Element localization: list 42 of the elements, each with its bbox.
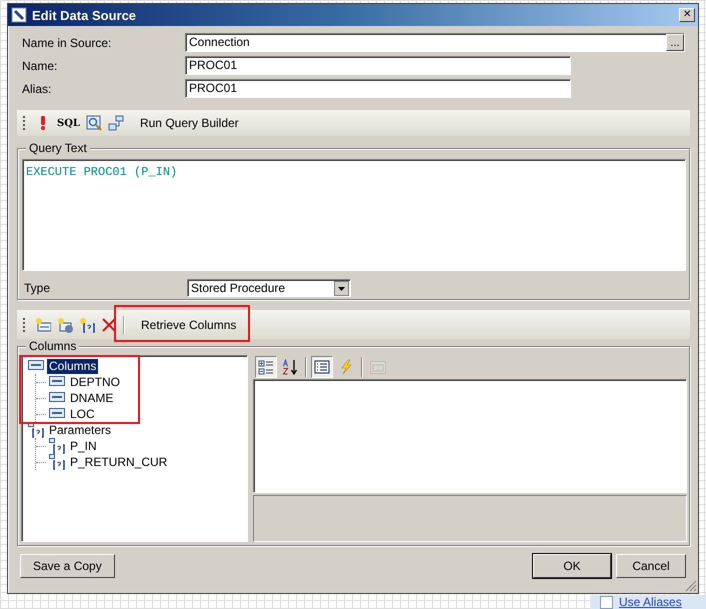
resize-grip-icon[interactable]: [685, 580, 697, 592]
diagram-icon[interactable]: [108, 115, 124, 131]
parameter-icon: [49, 438, 65, 454]
tree-item[interactable]: DEPTNO: [68, 374, 122, 390]
magnifier-icon[interactable]: [86, 115, 102, 131]
list-icon[interactable]: [311, 356, 333, 378]
group-label: Query Text: [26, 141, 90, 155]
tree-item[interactable]: P_IN: [68, 438, 99, 454]
pencil-icon: [11, 7, 27, 23]
field-label: Type: [24, 281, 52, 295]
save-copy-button[interactable]: Save a Copy: [20, 554, 115, 578]
tree-item[interactable]: P_RETURN_CUR: [68, 454, 170, 470]
type-dropdown[interactable]: Stored Procedure: [187, 279, 351, 297]
close-button[interactable]: ✕: [679, 8, 695, 22]
input-field[interactable]: Connection ...: [185, 33, 685, 52]
query-text-area[interactable]: EXECUTE PROC01 (P_IN): [22, 159, 686, 271]
group-label: Columns: [26, 339, 80, 353]
tree-item[interactable]: LOC: [68, 406, 97, 422]
field-label: Name:: [22, 58, 58, 72]
input-field[interactable]: PROC01: [185, 56, 571, 75]
field-label: Alias:: [22, 82, 52, 96]
browse-button[interactable]: ...: [666, 34, 684, 51]
run-query-builder-button[interactable]: Run Query Builder: [130, 113, 249, 133]
dialog-button[interactable]: Cancel: [616, 554, 686, 578]
new-function-icon[interactable]: [57, 316, 73, 332]
tree-item[interactable]: DNAME: [68, 390, 116, 406]
new-column-icon[interactable]: [35, 316, 51, 332]
sql-button[interactable]: SQL: [57, 118, 80, 128]
delete-icon[interactable]: [101, 316, 117, 332]
tree-item[interactable]: Columns: [47, 358, 98, 374]
checkbox[interactable]: [600, 596, 613, 608]
checkbox-label: Use Aliases: [619, 595, 682, 609]
dialog-button[interactable]: OK: [533, 554, 611, 578]
field-label: Name in Source:: [22, 36, 112, 50]
window-title: Edit Data Source: [32, 8, 138, 22]
parameter-icon: [28, 422, 44, 438]
parameter-icon: [49, 454, 65, 470]
categorized-icon[interactable]: [255, 356, 277, 378]
new-parameter-icon[interactable]: [79, 316, 95, 332]
input-field[interactable]: PROC01: [185, 79, 571, 98]
retrieve-columns-button[interactable]: Retrieve Columns: [131, 314, 246, 334]
tree-item[interactable]: Parameters: [47, 422, 114, 438]
